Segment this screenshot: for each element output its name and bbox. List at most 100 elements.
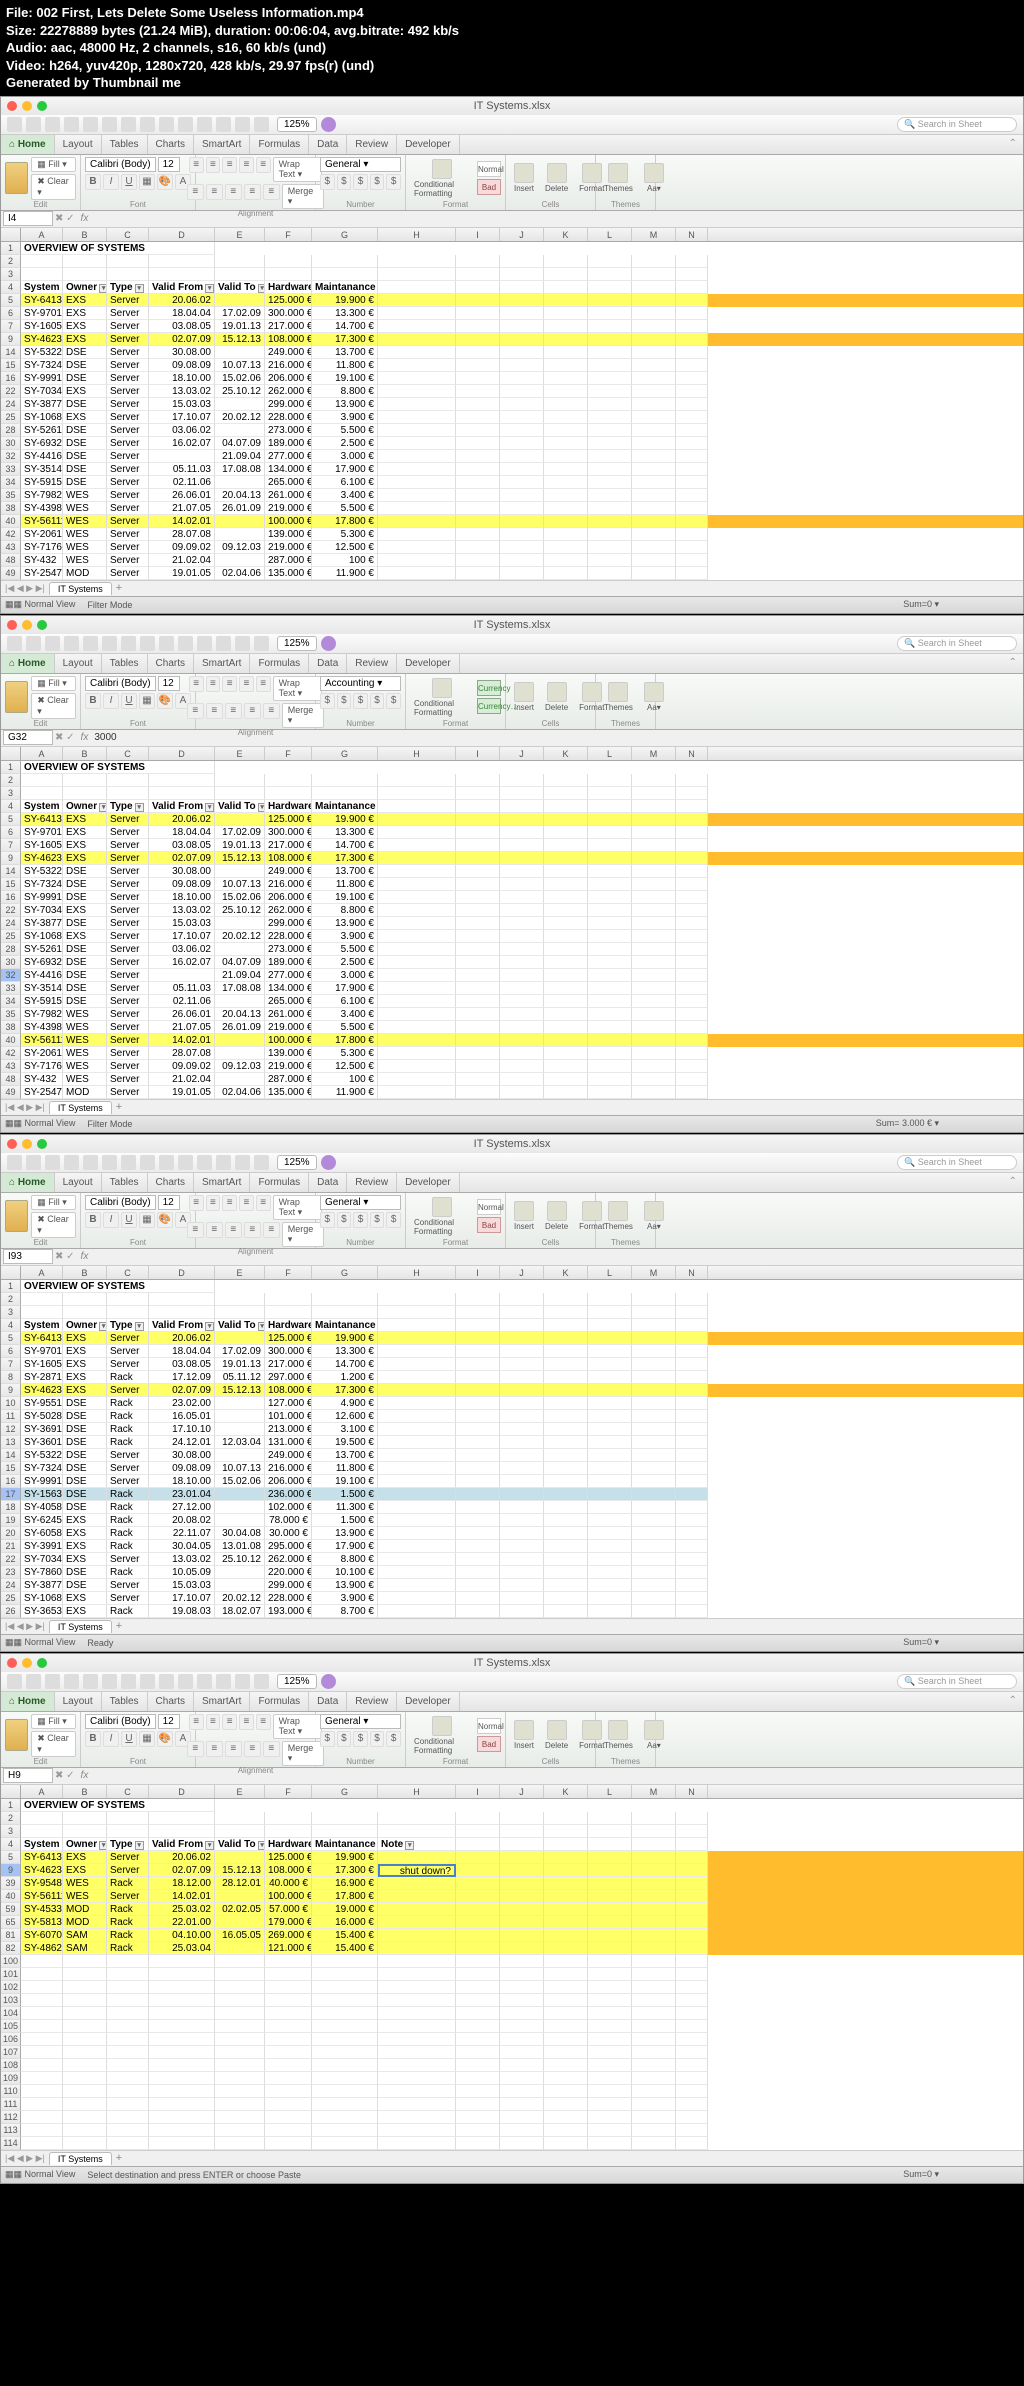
cell[interactable]	[588, 1488, 632, 1501]
cell[interactable]: 13.300 €	[312, 1345, 378, 1358]
cell[interactable]: SY-432	[21, 554, 63, 567]
cell[interactable]	[632, 1514, 676, 1527]
qt-icon[interactable]	[26, 636, 41, 651]
cell[interactable]: 28.07.08	[149, 1047, 215, 1060]
collapse-ribbon[interactable]: ⌃	[1003, 654, 1023, 673]
cell[interactable]	[500, 2033, 544, 2046]
qt-icon[interactable]	[45, 636, 60, 651]
title-cell[interactable]: OVERVIEW OF SYSTEMS	[21, 1280, 215, 1293]
cell[interactable]: 15.02.06	[215, 1475, 265, 1488]
cell[interactable]	[107, 774, 149, 787]
col-head-J[interactable]: J	[500, 1785, 544, 1798]
cell[interactable]	[500, 891, 544, 904]
cell[interactable]	[63, 787, 107, 800]
cell[interactable]	[215, 2072, 265, 2085]
cell[interactable]	[544, 1864, 588, 1877]
clear-btn[interactable]: ✖ Clear ▾	[31, 693, 76, 719]
cell[interactable]: 15.12.13	[215, 1384, 265, 1397]
row-head[interactable]: 102	[1, 1981, 21, 1994]
cell[interactable]	[676, 320, 708, 333]
cell[interactable]: DSE	[63, 1397, 107, 1410]
cell[interactable]: 300.000 €	[265, 1345, 312, 1358]
cell[interactable]	[500, 372, 544, 385]
cond-fmt-btn[interactable]: Conditional Formatting	[410, 1714, 474, 1757]
cell[interactable]	[588, 541, 632, 554]
cell[interactable]: DSE	[63, 437, 107, 450]
sheet-nav[interactable]: |◀ ◀ ▶ ▶|	[5, 583, 45, 594]
qt-icon[interactable]	[140, 636, 155, 651]
cell[interactable]: 10.07.13	[215, 878, 265, 891]
cell[interactable]	[632, 1293, 676, 1306]
cell[interactable]: Server	[107, 1462, 149, 1475]
cell[interactable]: 189.000 €	[265, 437, 312, 450]
cell[interactable]: Server	[107, 982, 149, 995]
cell[interactable]: 30.08.00	[149, 346, 215, 359]
qt-icon[interactable]	[216, 1155, 231, 1170]
cell[interactable]: 17.02.09	[215, 826, 265, 839]
cell[interactable]	[588, 1436, 632, 1449]
cell[interactable]: 15.12.13	[215, 333, 265, 346]
cell[interactable]: 213.000 €	[265, 1423, 312, 1436]
cell[interactable]	[500, 878, 544, 891]
cell[interactable]	[588, 1501, 632, 1514]
col-head-E[interactable]: E	[215, 747, 265, 760]
cell[interactable]	[632, 917, 676, 930]
cell[interactable]	[21, 2111, 63, 2124]
cell[interactable]	[63, 2059, 107, 2072]
row-head[interactable]: 40	[1, 1034, 21, 1047]
cell[interactable]	[632, 1994, 676, 2007]
cell[interactable]: Server	[107, 1553, 149, 1566]
cell[interactable]	[215, 1981, 265, 1994]
cell[interactable]	[588, 333, 632, 346]
cell[interactable]	[456, 2098, 500, 2111]
align-btn[interactable]: ≡	[222, 676, 237, 692]
cell[interactable]	[378, 1423, 456, 1436]
cell[interactable]	[378, 2137, 456, 2150]
cell[interactable]: Server	[107, 1021, 149, 1034]
qt-icon[interactable]	[235, 636, 250, 651]
col-head-H[interactable]: H	[378, 1785, 456, 1798]
cell[interactable]	[588, 1034, 632, 1047]
cell[interactable]	[456, 1968, 500, 1981]
row-head[interactable]: 2	[1, 255, 21, 268]
cell[interactable]	[544, 463, 588, 476]
cell[interactable]	[676, 982, 708, 995]
cell[interactable]: SY-62456	[21, 1514, 63, 1527]
cell[interactable]	[456, 1592, 500, 1605]
cell[interactable]	[632, 2033, 676, 2046]
cell[interactable]	[500, 437, 544, 450]
cell[interactable]	[500, 2020, 544, 2033]
cell[interactable]: SY-38778	[21, 398, 63, 411]
qt-icon[interactable]	[45, 117, 60, 132]
filter-icon[interactable]: ▾	[135, 803, 144, 812]
col-head-D[interactable]: D	[149, 228, 215, 241]
align-btn[interactable]: ≡	[256, 676, 271, 692]
row-head[interactable]: 33	[1, 463, 21, 476]
cell[interactable]	[588, 1047, 632, 1060]
cell[interactable]	[632, 554, 676, 567]
cell[interactable]: EXS	[63, 930, 107, 943]
cell[interactable]	[676, 1566, 708, 1579]
cell[interactable]	[544, 2137, 588, 2150]
cell[interactable]	[312, 1825, 378, 1838]
cell[interactable]	[215, 2111, 265, 2124]
cell[interactable]: 17.08.08	[215, 982, 265, 995]
cell[interactable]: SY-46230	[21, 333, 63, 346]
align-v-btn[interactable]: ≡	[187, 703, 204, 719]
cell[interactable]	[265, 1812, 312, 1825]
cell[interactable]	[378, 1384, 456, 1397]
cell[interactable]	[378, 2098, 456, 2111]
cell[interactable]	[312, 2033, 378, 2046]
cell[interactable]	[632, 1851, 676, 1864]
align-btn[interactable]: ≡	[222, 157, 237, 173]
cell[interactable]	[215, 1994, 265, 2007]
cell[interactable]	[265, 1293, 312, 1306]
cell[interactable]	[544, 320, 588, 333]
cell[interactable]	[107, 255, 149, 268]
cell[interactable]: 265.000 €	[265, 476, 312, 489]
cell[interactable]	[378, 1981, 456, 1994]
cell[interactable]	[544, 502, 588, 515]
cell[interactable]: DSE	[63, 1488, 107, 1501]
cell[interactable]: SY-5028	[21, 1410, 63, 1423]
cell[interactable]	[544, 1423, 588, 1436]
